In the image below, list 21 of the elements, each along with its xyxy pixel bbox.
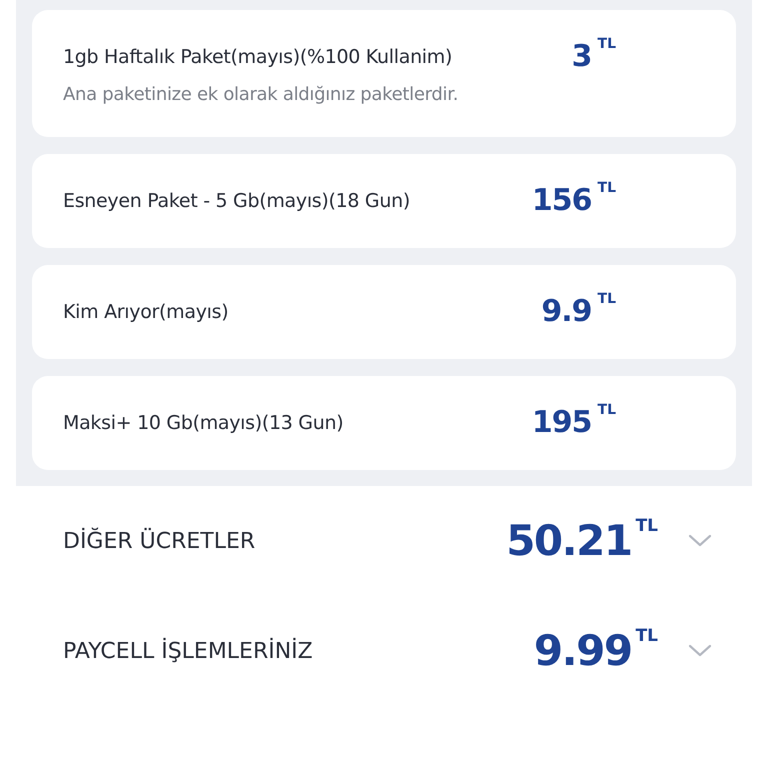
currency-label: TL <box>636 626 658 646</box>
chevron-down-icon[interactable] <box>688 644 712 658</box>
package-price: 3 <box>572 42 592 72</box>
currency-label: TL <box>598 180 616 196</box>
section-amount: 9.99 <box>534 630 632 672</box>
package-name: 1gb Haftalık Paket(mayıs)(%100 Kullanim) <box>63 46 454 68</box>
currency-label: TL <box>598 402 616 418</box>
package-price: 156 <box>532 186 592 216</box>
currency-label: TL <box>598 291 616 307</box>
package-note: Ana paketinize ek olarak aldığınız paketlerdir. <box>63 84 460 105</box>
package-price: 195 <box>532 408 592 438</box>
section-title: PAYCELL İŞLEMLERİNİZ <box>63 638 314 664</box>
chevron-down-icon[interactable] <box>688 534 712 548</box>
package-name: Kim Arıyor(mayıs) <box>63 301 230 323</box>
section-amount: 50.21 <box>506 520 632 562</box>
currency-label: TL <box>636 516 658 536</box>
currency-label: TL <box>598 36 616 52</box>
section-title: DİĞER ÜCRETLER <box>63 528 256 554</box>
package-name: Esneyen Paket - 5 Gb(mayıs)(18 Gun) <box>63 190 411 212</box>
package-name: Maksi+ 10 Gb(mayıs)(13 Gun) <box>63 412 344 434</box>
package-price: 9.9 <box>541 297 592 327</box>
